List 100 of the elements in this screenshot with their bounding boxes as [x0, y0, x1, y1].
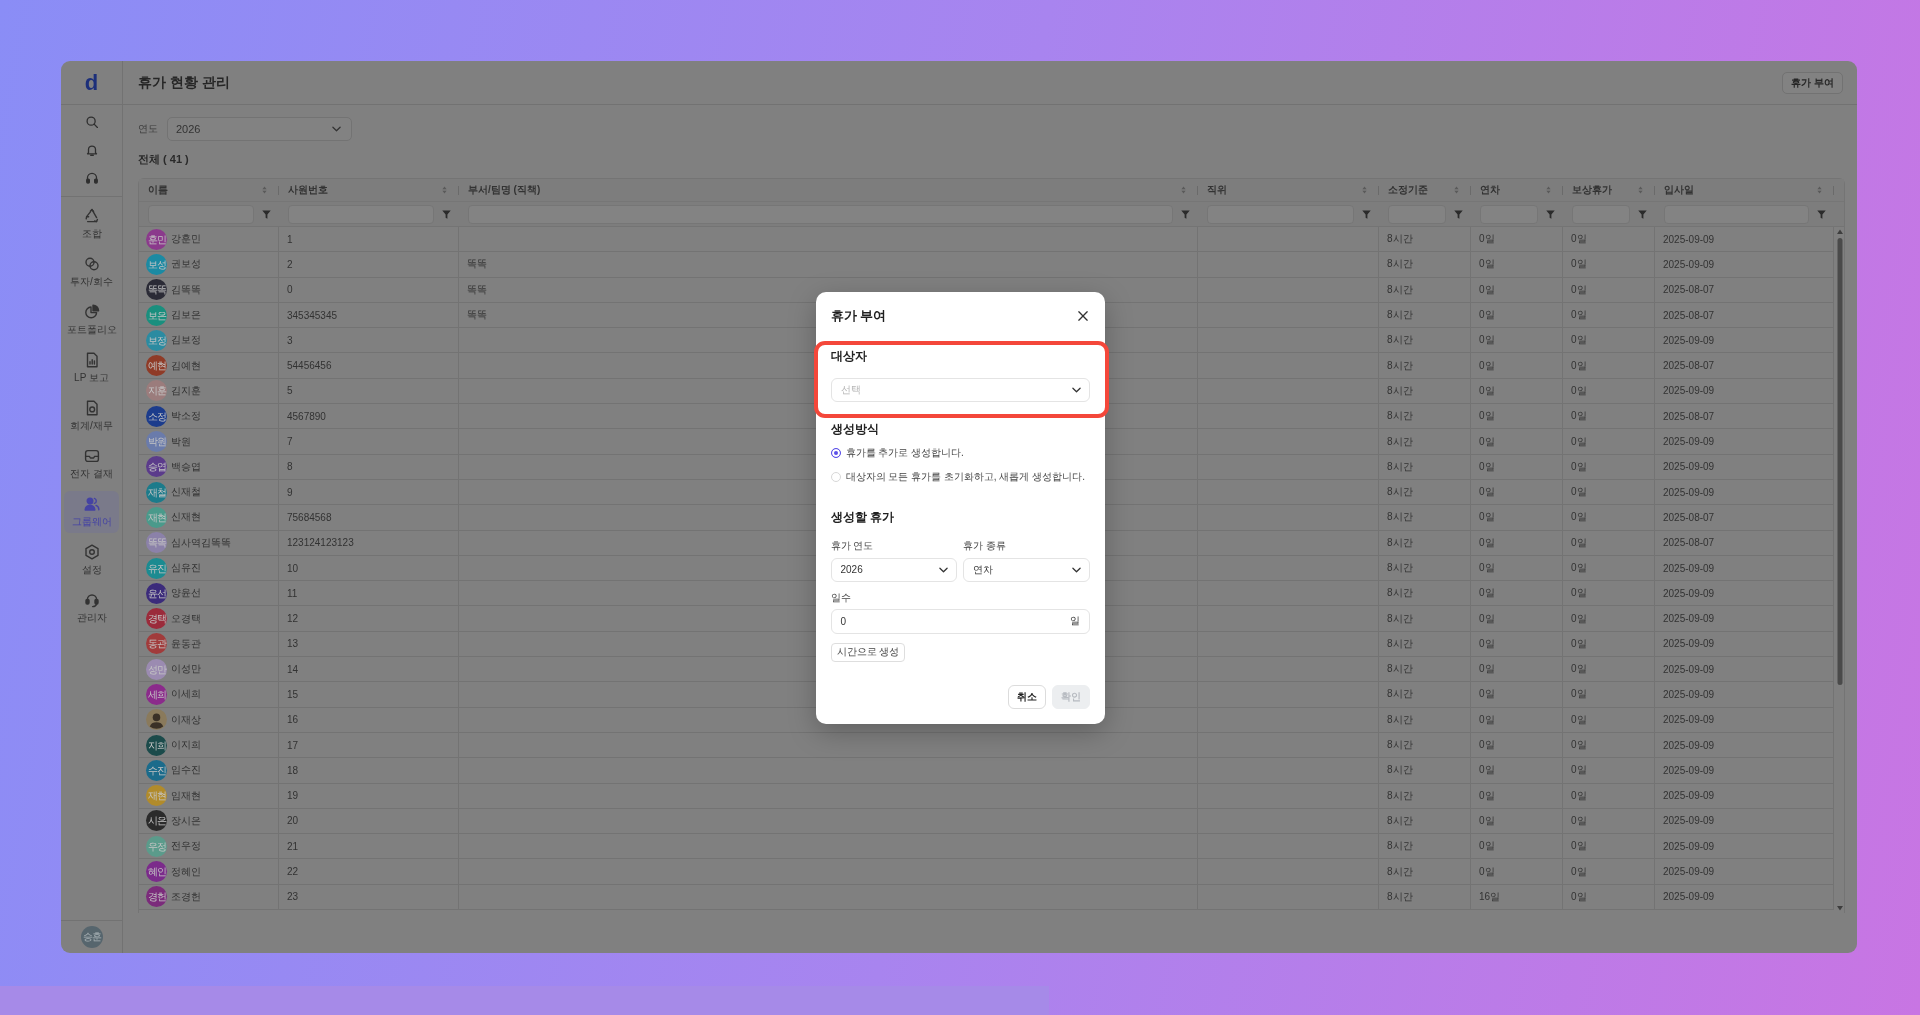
filter-icon[interactable]: [1638, 209, 1647, 219]
avatar: 재현: [146, 506, 167, 528]
search-icon[interactable]: [84, 115, 99, 129]
user-avatar[interactable]: 승훈: [80, 926, 103, 948]
table-cell: 0일: [1563, 758, 1655, 783]
nav-item[interactable]: 포트폴리오: [64, 299, 119, 341]
filter-icon[interactable]: [442, 209, 451, 219]
employee-name: 윤동관: [171, 636, 201, 651]
filter-icon[interactable]: [262, 209, 271, 219]
logo: d: [84, 70, 99, 95]
avatar: 보정: [146, 329, 167, 351]
filter-icon[interactable]: [1817, 209, 1826, 219]
sort-icon[interactable]: [1454, 186, 1459, 194]
close-icon[interactable]: [1077, 310, 1088, 321]
nav-item[interactable]: 관리자: [64, 587, 119, 629]
table-cell: 0일: [1563, 277, 1655, 302]
employee-name: 이성만: [171, 662, 201, 677]
avatar: 우정: [146, 835, 167, 857]
table-cell: 0일: [1471, 302, 1563, 328]
year-select[interactable]: 2026: [167, 117, 352, 141]
sort-icon[interactable]: [442, 186, 447, 194]
table-cell: 4567890: [279, 404, 459, 429]
table-cell: 0일: [1563, 328, 1655, 353]
headphones-icon[interactable]: [84, 171, 99, 185]
avatar: 경헌: [146, 886, 167, 908]
avatar: 재철: [146, 481, 167, 503]
recycle-icon: [83, 208, 100, 224]
user-silhouette-icon: [146, 709, 167, 731]
column-header[interactable]: 보상휴가: [1563, 179, 1655, 201]
avatar: 보성: [146, 253, 167, 275]
table-cell: 0일: [1471, 328, 1563, 353]
chevron-down-icon: [1071, 566, 1081, 573]
column-header[interactable]: 입사일: [1655, 179, 1834, 201]
column-header[interactable]: 사원번호: [279, 179, 459, 201]
employee-name: 조경헌: [171, 889, 201, 904]
sort-icon[interactable]: [1181, 186, 1186, 194]
table-cell: 0일: [1563, 252, 1655, 277]
table-cell: 8시간: [1379, 581, 1471, 606]
table-cell: 8시간: [1379, 378, 1471, 404]
table-cell: 0일: [1471, 227, 1563, 252]
table-cell: 0일: [1563, 505, 1655, 530]
leave-type-select[interactable]: 연차: [963, 557, 1090, 582]
headset-icon: [83, 592, 100, 608]
dialog-button[interactable]: 취소: [1007, 684, 1046, 709]
filter-icon[interactable]: [1546, 209, 1555, 219]
table-cell: 2025-08-07: [1655, 277, 1834, 302]
table-cell: 8시간: [1379, 505, 1471, 530]
column-header[interactable]: 소정기준: [1379, 179, 1471, 201]
table-cell: 0일: [1471, 555, 1563, 581]
field-label: 생성방식: [830, 420, 880, 437]
column-header[interactable]: 직위: [1198, 179, 1379, 201]
sort-icon[interactable]: [1362, 186, 1367, 194]
section-title: 생성할 휴가: [830, 508, 894, 525]
radio-option[interactable]: 휴가를 추가로 생성합니다.: [830, 444, 1090, 461]
nav-item[interactable]: 설정: [64, 539, 119, 581]
bell-icon[interactable]: [84, 143, 99, 157]
filter-icon[interactable]: [1362, 209, 1371, 219]
sort-icon[interactable]: [1546, 186, 1551, 194]
sort-icon[interactable]: [1817, 186, 1822, 194]
sort-icon[interactable]: [1638, 186, 1643, 194]
table-cell: 2: [279, 252, 459, 277]
nav-item[interactable]: 투자/회수: [64, 251, 119, 293]
nav-item[interactable]: 회계/재무: [64, 395, 119, 437]
field-label: 일수: [830, 590, 851, 605]
table-cell: 0일: [1471, 732, 1563, 758]
dialog-title: 휴가 부여: [830, 306, 887, 325]
table-cell: 0: [279, 277, 459, 302]
grant-leave-button[interactable]: 휴가 부여: [1782, 71, 1843, 94]
table-cell: 8시간: [1379, 808, 1471, 834]
radio-option[interactable]: 대상자의 모든 휴가를 초기화하고, 새롭게 생성합니다.: [830, 468, 1090, 485]
table-cell: 0일: [1563, 808, 1655, 834]
nav-item[interactable]: 전자 결재: [64, 443, 119, 485]
column-header[interactable]: 이름: [139, 179, 279, 201]
table-cell: 0일: [1471, 429, 1563, 454]
table-cell: 0일: [1471, 783, 1563, 808]
column-header[interactable]: 부서/팀명 (직책): [459, 179, 1198, 201]
avatar: 세희: [146, 684, 167, 705]
table-cell: 2025-08-07: [1655, 505, 1834, 530]
days-field[interactable]: 0 일: [830, 608, 1090, 634]
filter-icon[interactable]: [1454, 209, 1463, 219]
filter-icon[interactable]: [1181, 209, 1190, 219]
generate-by-hours-button[interactable]: 시간으로 생성: [830, 642, 906, 662]
table-cell: 0일: [1471, 404, 1563, 429]
table-cell: 2025-09-09: [1655, 859, 1834, 884]
total-count: 전체 ( 41 ): [138, 152, 190, 167]
sort-icon[interactable]: [262, 186, 267, 194]
column-header[interactable]: 연차: [1471, 179, 1563, 201]
table-cell: 8시간: [1379, 277, 1471, 302]
employee-name: 신재현: [171, 510, 201, 525]
employee-name: 김보정: [171, 333, 201, 348]
table-cell: 2025-09-09: [1655, 581, 1834, 606]
recipient-select[interactable]: 선택: [830, 377, 1090, 402]
nav-item[interactable]: LP 보고: [64, 347, 119, 389]
nav-item[interactable]: 조합: [64, 203, 119, 245]
table-cell: 2025-09-09: [1655, 328, 1834, 353]
leave-year-select[interactable]: 2026: [830, 557, 957, 582]
employee-name: 강훈민: [171, 232, 201, 247]
radio-icon[interactable]: [830, 447, 841, 458]
table-cell: 0일: [1471, 808, 1563, 834]
scrollbar[interactable]: [1834, 227, 1846, 913]
